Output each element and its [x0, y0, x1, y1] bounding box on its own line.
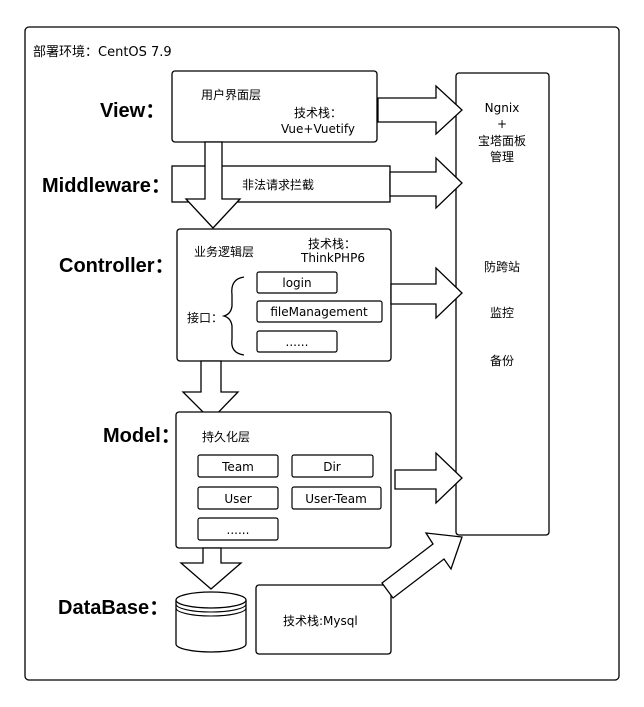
model-item-dir-text: Dir: [323, 460, 341, 474]
interface-item-filemanagement-text: fileManagement: [270, 305, 368, 319]
manage-text: 管理: [490, 149, 514, 164]
model-item-user-text: User: [224, 492, 251, 506]
layer-label-database: DataBase：: [58, 597, 169, 619]
anti-xss-text: 防跨站: [484, 259, 520, 274]
baota-panel-text: 宝塔面板: [478, 134, 526, 148]
model-box-title: 持久化层: [202, 429, 250, 444]
controller-tech-label: 技术栈：: [308, 236, 356, 251]
layer-label-view: View：: [100, 100, 165, 122]
interface-label: 接口：: [187, 310, 223, 325]
database-cylinder-icon: [175, 591, 247, 653]
monitor-text: 监控: [490, 306, 514, 320]
model-item-team-text: Team: [221, 460, 254, 474]
env-title: 部署环境：CentOS 7.9: [33, 45, 172, 60]
architecture-diagram: 部署环境：CentOS 7.9 Ngnix + 宝塔面板 管理 防跨站 监控 备…: [24, 26, 620, 681]
model-item-more-text: ......: [227, 523, 250, 537]
model-item-user-team-text: User-Team: [305, 492, 367, 506]
view-tech-value: Vue+Vuetify: [281, 122, 355, 136]
view-box-title: 用户界面层: [201, 87, 261, 102]
middleware-text: 非法请求拦截: [242, 178, 314, 192]
interface-item-login-text: login: [282, 276, 311, 290]
layer-label-model: Model：: [103, 425, 181, 447]
controller-tech-value: ThinkPHP6: [300, 251, 365, 265]
layer-label-controller: Controller：: [59, 255, 175, 277]
nginx-text: Ngnix: [485, 101, 520, 115]
nginx-plus: +: [497, 117, 507, 131]
backup-text: 备份: [490, 354, 514, 368]
database-box-text: 技术栈:Mysql: [283, 613, 358, 628]
view-tech-label: 技术栈：: [294, 105, 342, 120]
layer-label-middleware: Middleware：: [42, 175, 171, 197]
controller-box-title: 业务逻辑层: [194, 244, 254, 259]
interface-item-more-text: ......: [286, 335, 309, 349]
